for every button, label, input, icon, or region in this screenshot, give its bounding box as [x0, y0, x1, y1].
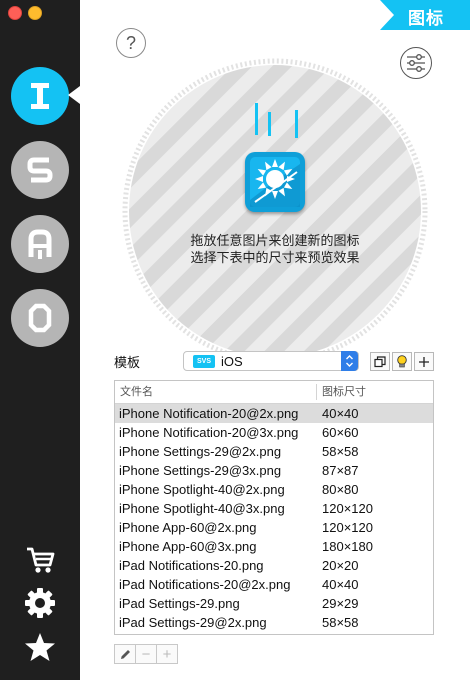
- table-row[interactable]: iPhone Settings-29@2x.png 58×58: [115, 442, 433, 461]
- active-nav-pointer: [68, 86, 80, 104]
- template-value: iOS: [221, 353, 243, 369]
- app-icon-preview: [245, 152, 305, 212]
- preferences-button[interactable]: [400, 47, 432, 79]
- nav-icon-o[interactable]: [11, 289, 69, 347]
- table-row[interactable]: iPhone App-60@2x.png 120×120: [115, 518, 433, 537]
- help-button[interactable]: ?: [116, 28, 146, 58]
- minimize-window-button[interactable]: [28, 6, 42, 20]
- filename-cell: iPhone Settings-29@2x.png: [119, 444, 282, 459]
- letter-s-icon: [27, 157, 53, 183]
- add-button[interactable]: +: [156, 644, 178, 664]
- pencil-icon: [120, 649, 130, 659]
- main-content: 图标 ? 拖放任意图片来创建新的图标 选择下表中的尺寸来预览效果 模板 SVS …: [80, 0, 470, 680]
- size-cell: 40×40: [322, 406, 359, 421]
- template-label: 模板: [114, 356, 141, 371]
- remove-button[interactable]: −: [135, 644, 157, 664]
- table-row[interactable]: iPhone Notification-20@3x.png 60×60: [115, 423, 433, 442]
- preview-button[interactable]: [392, 352, 412, 371]
- duplicate-icon: [374, 355, 386, 367]
- table-row[interactable]: iPhone Spotlight-40@2x.png 80×80: [115, 480, 433, 499]
- size-cell: 29×29: [322, 596, 359, 611]
- filename-cell: iPhone Spotlight-40@3x.png: [119, 501, 285, 516]
- filename-cell: iPad Notifications-20@2x.png: [119, 577, 291, 592]
- column-header-filename[interactable]: 文件名: [120, 381, 153, 403]
- edit-button[interactable]: [114, 644, 136, 664]
- size-cell: 180×180: [322, 539, 373, 554]
- nav-icon-i[interactable]: [11, 67, 69, 125]
- size-cell: 120×120: [322, 501, 373, 516]
- letter-o-icon: [28, 303, 52, 333]
- add-template-button[interactable]: [414, 352, 434, 371]
- chevron-up-down-icon: [341, 351, 358, 371]
- filename-cell: iPad Settings-29.png: [119, 596, 240, 611]
- filename-cell: iPad Settings-29@2x.png: [119, 615, 267, 630]
- dropzone-hint-2: 选择下表中的尺寸来预览效果: [190, 251, 360, 266]
- filename-cell: iPhone Spotlight-40@2x.png: [119, 482, 285, 497]
- icon-size-table: 文件名 图标尺寸 iPhone Notification-20@2x.png 40…: [114, 380, 434, 635]
- size-cell: 120×120: [322, 520, 373, 535]
- plus-icon: [419, 356, 429, 367]
- page-title: 图标: [408, 9, 444, 29]
- table-row[interactable]: iPhone Settings-29@3x.png 87×87: [115, 461, 433, 480]
- table-row[interactable]: iPhone Spotlight-40@3x.png 120×120: [115, 499, 433, 518]
- filename-cell: iPhone Settings-29@3x.png: [119, 463, 282, 478]
- table-row[interactable]: iPad Notifications-20.png 20×20: [115, 556, 433, 575]
- table-rows: iPhone Notification-20@2x.png 40×40 iPhone…: [115, 404, 433, 632]
- size-cell: 58×58: [322, 444, 359, 459]
- letter-a-icon: [28, 229, 52, 259]
- lightbulb-icon: [397, 354, 407, 367]
- table-row[interactable]: iPhone Notification-20@2x.png 40×40: [115, 404, 433, 423]
- sun-icon: [250, 157, 300, 207]
- size-cell: 60×60: [322, 425, 359, 440]
- letter-i-icon: [31, 83, 49, 109]
- table-row[interactable]: iPad Settings-29@2x.png 58×58: [115, 613, 433, 632]
- page-title-tag: 图标: [380, 0, 470, 30]
- table-row[interactable]: iPad Notifications-20@2x.png 40×40: [115, 575, 433, 594]
- sliders-icon: [407, 54, 425, 72]
- template-select[interactable]: SVS iOS: [183, 351, 359, 371]
- size-cell: 40×40: [322, 577, 359, 592]
- size-cell: 87×87: [322, 463, 359, 478]
- table-row[interactable]: iPad Settings-29.png 29×29: [115, 594, 433, 613]
- column-header-size[interactable]: 图标尺寸: [322, 381, 366, 403]
- drop-arrow-lines-icon: [255, 103, 298, 138]
- size-cell: 58×58: [322, 615, 359, 630]
- sidebar: [0, 0, 80, 680]
- nav-icon-s[interactable]: [11, 141, 69, 199]
- gear-icon[interactable]: [22, 585, 58, 621]
- filename-cell: iPad Notifications-20.png: [119, 558, 264, 573]
- template-badge: SVS: [193, 354, 215, 368]
- filename-cell: iPhone Notification-20@3x.png: [119, 425, 299, 440]
- cart-icon[interactable]: [22, 542, 58, 578]
- nav-icon-a[interactable]: [11, 215, 69, 273]
- dropzone-hint-1: 拖放任意图片来创建新的图标: [190, 234, 360, 249]
- size-cell: 80×80: [322, 482, 359, 497]
- filename-cell: iPhone App-60@3x.png: [119, 539, 257, 554]
- filename-cell: iPhone App-60@2x.png: [119, 520, 257, 535]
- table-row[interactable]: iPhone App-60@3x.png 180×180: [115, 537, 433, 556]
- star-icon[interactable]: [22, 629, 58, 665]
- filename-cell: iPhone Notification-20@2x.png: [119, 406, 299, 421]
- column-divider: [316, 384, 317, 400]
- close-window-button[interactable]: [8, 6, 22, 20]
- duplicate-button[interactable]: [370, 352, 390, 371]
- edit-button-group: − +: [114, 644, 178, 664]
- size-cell: 20×20: [322, 558, 359, 573]
